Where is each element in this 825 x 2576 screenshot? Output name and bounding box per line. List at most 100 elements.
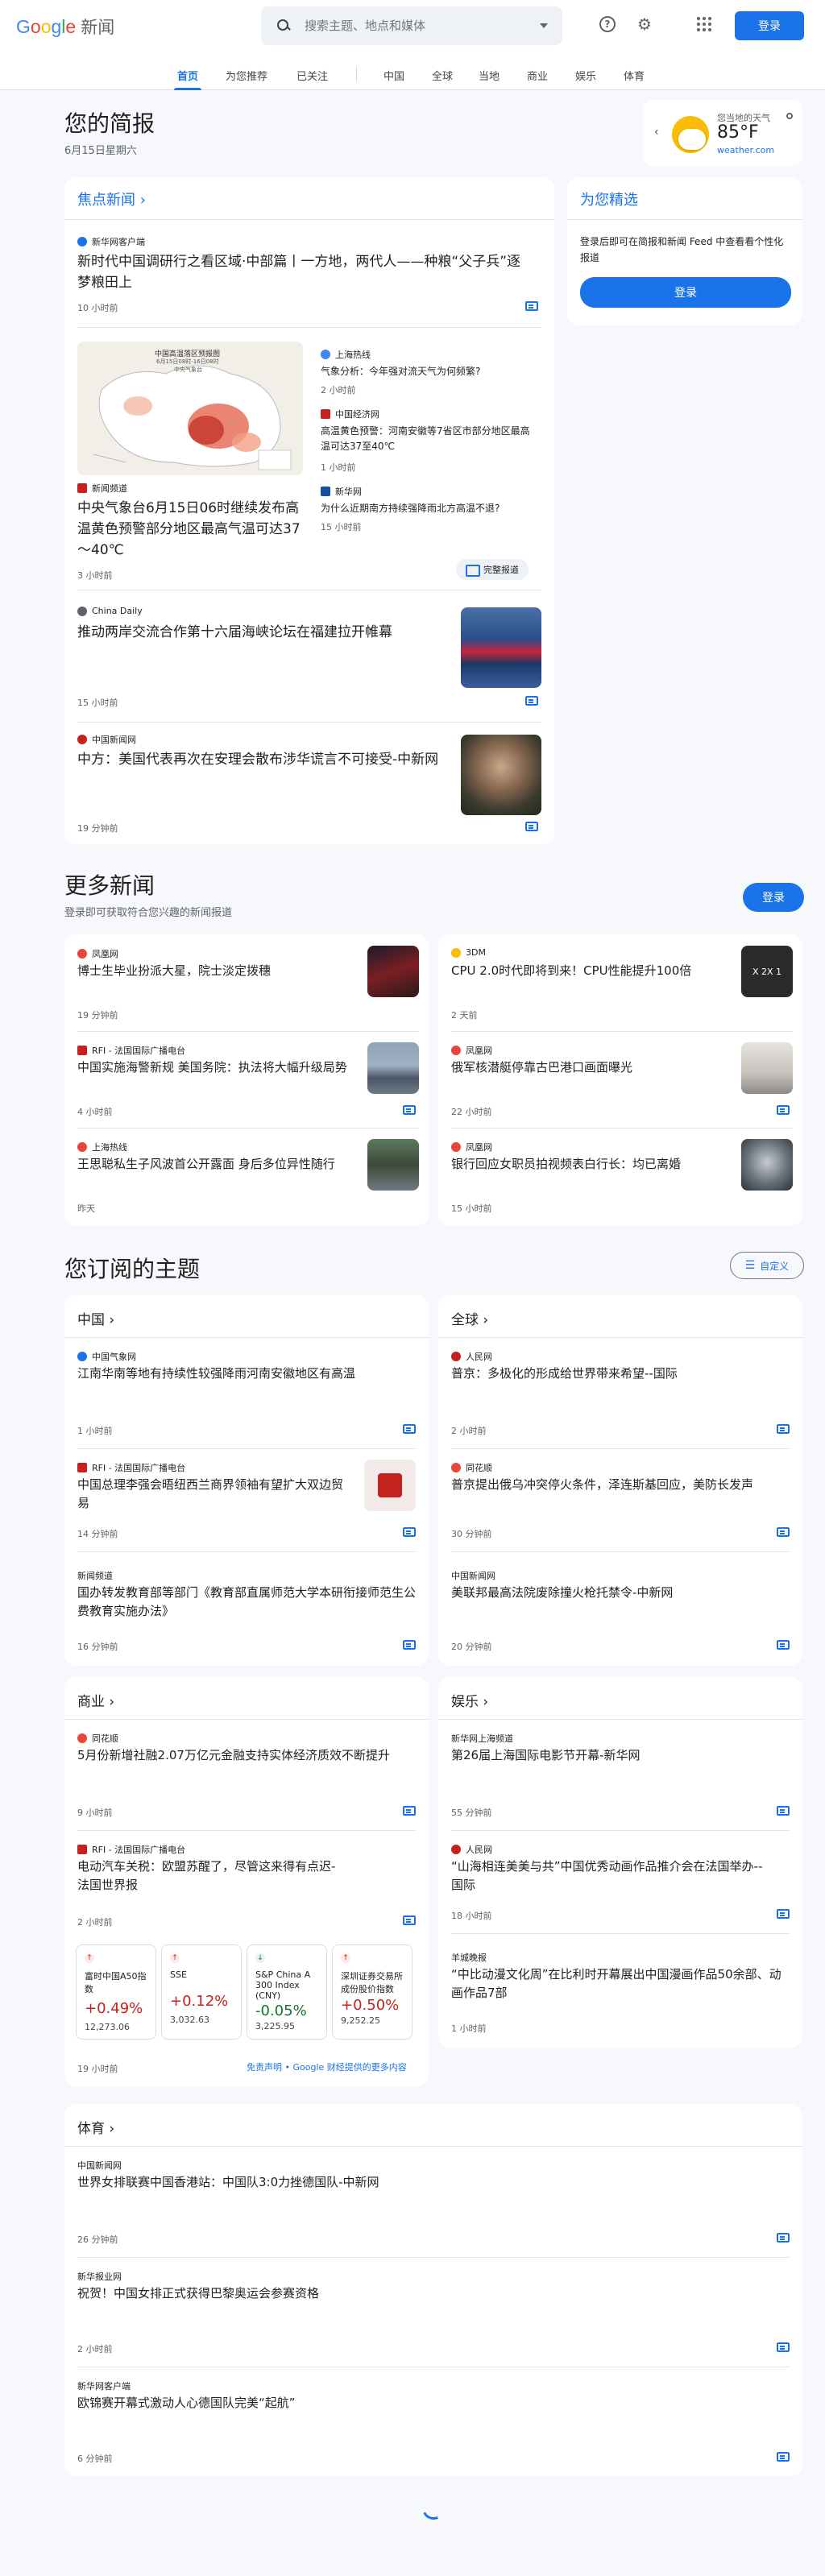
tab-business[interactable]: 商业 <box>527 68 548 83</box>
full-coverage-icon[interactable] <box>403 1424 416 1434</box>
topic-business-link[interactable]: 商业 › <box>77 1690 114 1710</box>
stock-card[interactable]: ↑ SSE +0.12% 3,032.63 <box>161 1944 242 2040</box>
full-coverage-icon[interactable] <box>777 2342 790 2352</box>
tab-entertainment[interactable]: 娱乐 <box>575 68 596 83</box>
story-headline[interactable]: 王思聪私生子风波首公开露面 身后多位异性随行 <box>77 1155 367 1174</box>
story-headline[interactable]: 中国总理李强会晤纽西兰商界领袖有望扩大双边贸易 <box>77 1476 351 1513</box>
story-headline[interactable]: 新时代中国调研行之看区域·中部篇丨一方地，两代人——种粮“父子兵”逐梦粮田上 <box>77 251 529 293</box>
story-headline[interactable]: 推动两岸交流合作第十六届海峡论坛在福建拉开帷幕 <box>77 622 456 643</box>
story-headline[interactable]: 美联邦最高法院废除撞火枪托禁令-中新网 <box>451 1584 790 1602</box>
story-headline[interactable]: 第26届上海国际电影节开幕-新华网 <box>451 1746 790 1765</box>
related-headline[interactable]: 为什么近期南方持续强降雨北方高温不退? <box>321 501 538 516</box>
story-headline[interactable]: 博士生毕业扮派大星，院士淡定拨穗 <box>77 962 367 980</box>
story-thumbnail[interactable] <box>461 607 541 688</box>
story-headline[interactable]: 江南华南等地有持续性较强降雨河南安徽地区有高温 <box>77 1365 416 1383</box>
topic-entertainment-link[interactable]: 娱乐 › <box>451 1690 488 1710</box>
more-news-login-button[interactable]: 登录 <box>743 883 804 912</box>
story-headline[interactable]: 世界女排联赛中国香港站：中国队3:0力挫德国队-中新网 <box>77 2173 770 2192</box>
full-coverage-icon[interactable] <box>525 822 538 831</box>
full-coverage-icon[interactable] <box>403 1527 416 1537</box>
story-thumbnail[interactable] <box>367 1139 419 1191</box>
story-headline[interactable]: 祝贺！中国女排正式获得巴黎奥运会参赛资格 <box>77 2284 770 2303</box>
source-name: RFI - 法国国际广播电台 <box>92 1046 186 1056</box>
story-headline[interactable]: 中方：美国代表再次在安理会散布涉华谎言不可接受-中新网 <box>77 749 456 770</box>
apps-button[interactable] <box>693 13 715 35</box>
location-icon[interactable] <box>786 113 793 119</box>
tab-world[interactable]: 全球 <box>432 68 453 83</box>
stock-card[interactable]: ↑ 深圳证券交易所成份股价指数 +0.50% 9,252.25 <box>332 1944 412 2040</box>
story-headline[interactable]: 电动汽车关税：欧盟苏醒了，尽管这来得有点迟- 法国世界报 <box>77 1857 351 1895</box>
tab-china[interactable]: 中国 <box>383 68 404 83</box>
full-coverage-icon[interactable] <box>777 2233 790 2243</box>
story-headline[interactable]: 中国实施海警新规 美国务院：执法将大幅升级局势 <box>77 1058 367 1077</box>
story-headline[interactable]: 俄军核潜艇停靠古巴港口画面曝光 <box>451 1058 725 1077</box>
story-headline[interactable]: 银行回应女职员拍视频表白行长：均已离婚 <box>451 1155 725 1174</box>
full-coverage-icon[interactable] <box>777 1640 790 1650</box>
story-thumbnail[interactable] <box>367 946 419 997</box>
stock-card[interactable]: ↓ S&P China A 300 Index (CNY) -0.05% 3,2… <box>247 1944 327 2040</box>
story-headline[interactable]: “山海相连美美与共”中国优秀动画作品推介会在法国举办--国际 <box>451 1857 773 1895</box>
help-button[interactable]: ? <box>596 13 619 35</box>
source-name: 凤凰网 <box>466 1142 492 1153</box>
full-coverage-icon[interactable] <box>777 1909 790 1919</box>
full-coverage-icon[interactable] <box>777 1527 790 1537</box>
settings-button[interactable]: ⚙ <box>633 13 656 35</box>
story-headline[interactable]: CPU 2.0时代即将到来！CPU性能提升100倍 <box>451 962 725 980</box>
story-time: 20 分钟前 <box>451 1642 492 1652</box>
full-coverage-icon[interactable] <box>777 1806 790 1816</box>
full-coverage-icon[interactable] <box>777 1105 790 1115</box>
customize-button[interactable]: ☰ 自定义 <box>730 1252 804 1279</box>
tab-local[interactable]: 当地 <box>479 68 500 83</box>
full-coverage-button[interactable]: 完整报道 <box>456 559 529 580</box>
related-headline[interactable]: 高温黄色预警：河南安徽等7省区市部分地区最高温可达37至40℃ <box>321 424 538 454</box>
chevron-right-icon: › <box>109 1312 115 1328</box>
source-logo-icon <box>77 483 87 493</box>
weather-widget[interactable]: ‹ 您当地的天气 85°F weather.com <box>643 100 802 166</box>
chevron-left-icon[interactable]: ‹ <box>654 126 659 139</box>
related-headline[interactable]: 气象分析：今年强对流天气为何频繁? <box>321 364 538 379</box>
rfi-logo-thumbnail[interactable] <box>364 1460 416 1511</box>
source-logo-icon <box>77 606 87 616</box>
search-box[interactable] <box>261 6 562 45</box>
story-headline[interactable]: 5月份新增社融2.07万亿元金融支持实体经济质效不断提升 <box>77 1746 416 1765</box>
search-dropdown-icon[interactable] <box>540 23 548 28</box>
source-name: 新华网 <box>335 487 362 497</box>
weather-source-link[interactable]: weather.com <box>717 145 774 155</box>
story-time: 55 分钟前 <box>451 1808 492 1818</box>
login-button[interactable]: 登录 <box>735 11 804 40</box>
story-headline[interactable]: 普京：多极化的形成给世界带来希望--国际 <box>451 1365 790 1383</box>
weather-map-image[interactable]: 中国高温落区预报图 6月15日08时-16日08时 中央气象台 <box>77 342 303 475</box>
full-coverage-icon[interactable] <box>403 1640 416 1650</box>
tab-for-you[interactable]: 为您推荐 <box>226 68 267 83</box>
search-input[interactable] <box>305 19 522 33</box>
story-headline[interactable]: 中央气象台6月15日06时继续发布高温黄色预警部分地区最高气温可达37～40℃ <box>77 498 308 561</box>
full-coverage-icon[interactable] <box>403 1806 416 1816</box>
story-headline[interactable]: 欧锦赛开幕式激动人心德国队完美“起航” <box>77 2394 770 2412</box>
topic-china-link[interactable]: 中国 › <box>77 1308 114 1328</box>
story-headline[interactable]: 国办转发教育部等部门《教育部直属师范大学本研衔接师范生公费教育实施办法》 <box>77 1584 416 1621</box>
topic-world-link[interactable]: 全球 › <box>451 1308 488 1328</box>
stock-card[interactable]: ↑ 富时中国A50指数 +0.49% 12,273.06 <box>76 1944 156 2040</box>
top-stories-link[interactable]: 焦点新闻 › <box>77 188 146 209</box>
story-thumbnail[interactable]: X 2X 1 <box>741 946 793 997</box>
story-thumbnail[interactable] <box>741 1042 793 1094</box>
tab-sports[interactable]: 体育 <box>624 68 645 83</box>
story-headline[interactable]: 普京提出俄乌冲突停火条件，泽连斯基回应，美防长发声 <box>451 1476 790 1494</box>
tab-following[interactable]: 已关注 <box>296 68 328 83</box>
search-icon[interactable] <box>276 18 292 34</box>
story-headline[interactable]: “中比动漫文化周”在比利时开幕展出中国漫画作品50余部、动画作品7部 <box>451 1965 790 2002</box>
finance-disclaimer-link[interactable]: 免责声明 • Google 财经提供的更多内容 <box>247 2060 407 2073</box>
topic-sports-link[interactable]: 体育 › <box>77 2117 114 2137</box>
story-thumbnail[interactable] <box>367 1042 419 1094</box>
full-coverage-icon[interactable] <box>403 1915 416 1925</box>
full-coverage-icon[interactable] <box>777 2452 790 2462</box>
google-news-logo[interactable]: Google 新闻 <box>16 14 114 39</box>
story-thumbnail[interactable] <box>741 1139 793 1191</box>
full-coverage-icon[interactable] <box>777 1424 790 1434</box>
for-you-login-button[interactable]: 登录 <box>580 277 791 308</box>
full-coverage-icon[interactable] <box>403 1105 416 1115</box>
tab-home[interactable]: 首页 <box>177 68 198 83</box>
full-coverage-icon[interactable] <box>525 301 538 311</box>
story-thumbnail[interactable] <box>461 735 541 815</box>
full-coverage-icon[interactable] <box>525 696 538 706</box>
